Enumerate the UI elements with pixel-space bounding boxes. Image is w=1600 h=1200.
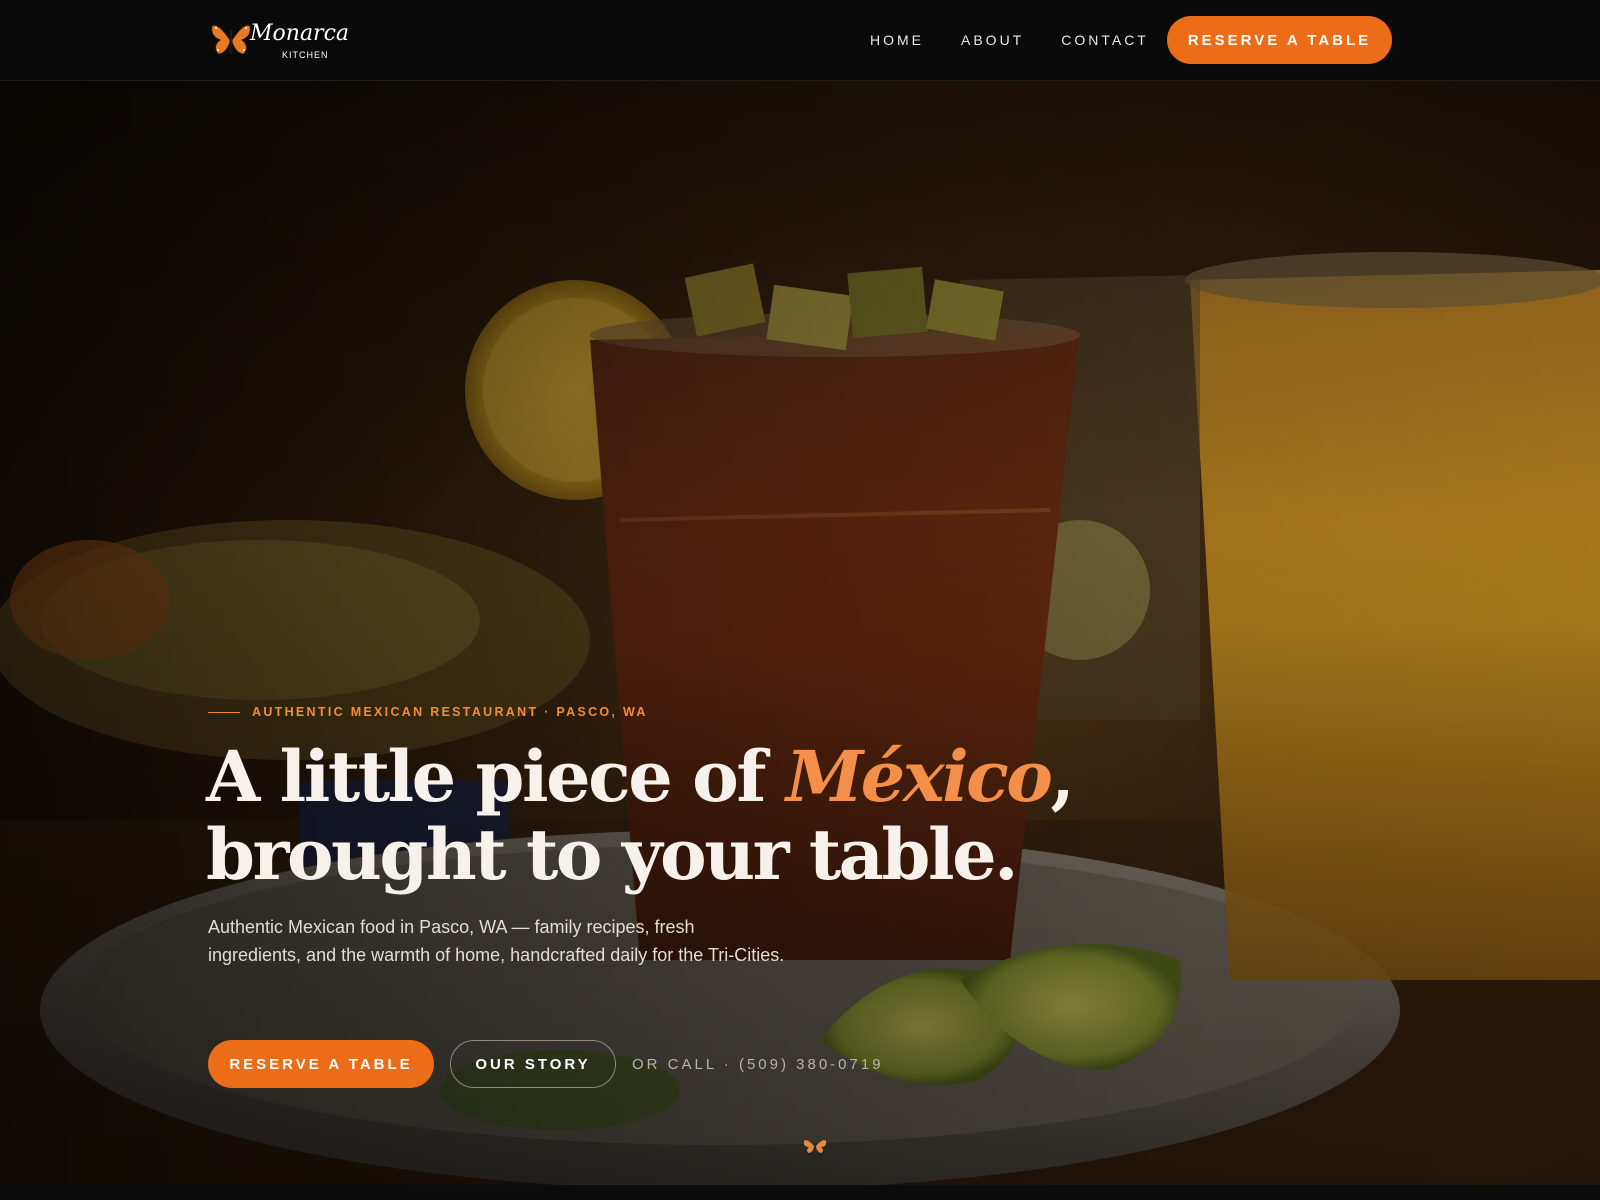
headline-part2: ,	[1050, 735, 1074, 818]
page: Monarca KITCHEN HOME ABOUT CONTACT RESER…	[0, 0, 1600, 1200]
logo-wordmark: Monarca	[250, 21, 350, 46]
hero-overlay	[0, 80, 1600, 1185]
site-header: Monarca KITCHEN HOME ABOUT CONTACT RESER…	[0, 0, 1600, 81]
hero-background	[0, 80, 1600, 1185]
headline-accent: México	[785, 735, 1053, 818]
logo[interactable]: Monarca KITCHEN	[210, 18, 349, 64]
eyebrow-divider	[208, 711, 240, 713]
nav-contact[interactable]: CONTACT	[1061, 32, 1149, 48]
hero-eyebrow: AUTHENTIC MEXICAN RESTAURANT · PASCO, WA	[208, 705, 648, 719]
hero-description: Authentic Mexican food in Pasco, WA — fa…	[208, 917, 785, 965]
eyebrow-text: AUTHENTIC MEXICAN RESTAURANT · PASCO, WA	[252, 705, 648, 719]
header-reserve-button[interactable]: RESERVE A TABLE	[1167, 16, 1392, 64]
main-nav: HOME ABOUT CONTACT	[870, 0, 1186, 80]
call-link[interactable]: OR CALL · (509) 380-0719	[632, 1056, 884, 1073]
hero-headline: A little piece of México, brought to you…	[206, 738, 1106, 894]
nav-about[interactable]: ABOUT	[961, 32, 1024, 48]
butterfly-scroll-icon[interactable]	[803, 1138, 827, 1154]
reserve-table-button[interactable]: RESERVE A TABLE	[208, 1040, 434, 1088]
hero-actions: RESERVE A TABLE OUR STORY OR CALL · (509…	[208, 1040, 884, 1088]
headline-part1: A little piece of	[206, 735, 786, 818]
our-story-button[interactable]: OUR STORY	[450, 1040, 616, 1088]
monarch-butterfly-icon	[211, 24, 251, 55]
logo-subtitle: KITCHEN	[282, 50, 329, 60]
nav-home[interactable]: HOME	[870, 32, 924, 48]
bottom-strip	[0, 1185, 1600, 1200]
headline-line2: brought to your table.	[206, 813, 1019, 896]
